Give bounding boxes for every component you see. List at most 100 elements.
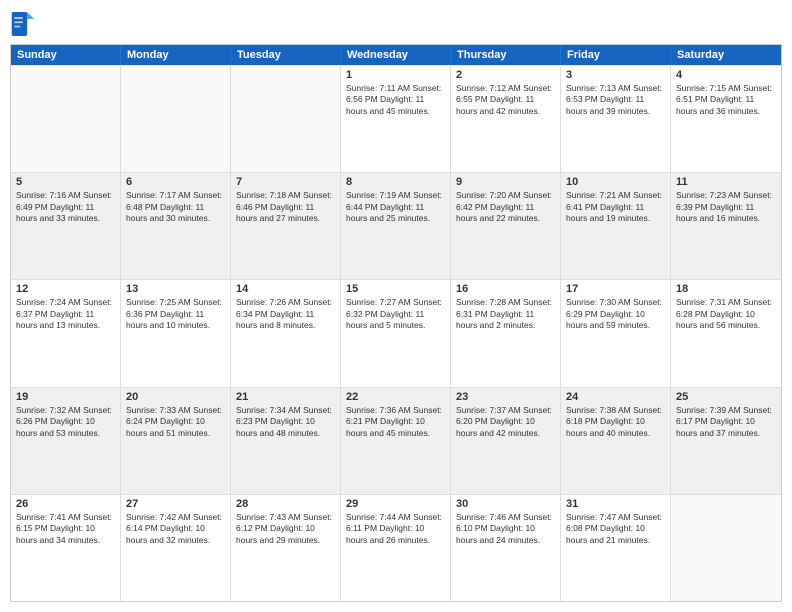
day-info: Sunrise: 7:37 AM Sunset: 6:20 PM Dayligh… [456, 405, 555, 439]
day-cell-6: 6 Sunrise: 7:17 AM Sunset: 6:48 PM Daylig… [121, 173, 231, 279]
day-number: 12 [16, 283, 115, 295]
day-info: Sunrise: 7:41 AM Sunset: 6:15 PM Dayligh… [16, 512, 115, 546]
header-day-monday: Monday [121, 45, 231, 65]
day-cell-10: 10 Sunrise: 7:21 AM Sunset: 6:41 PM Dayli… [561, 173, 671, 279]
day-cell-18: 18 Sunrise: 7:31 AM Sunset: 6:28 PM Dayli… [671, 280, 781, 386]
day-number: 30 [456, 498, 555, 510]
day-number: 19 [16, 391, 115, 403]
calendar-row-2: 5Sunrise: 7:16 AM Sunset: 6:49 PM Daylig… [11, 172, 781, 279]
day-info: Sunrise: 7:17 AM Sunset: 6:48 PM Dayligh… [126, 190, 225, 224]
day-number: 7 [236, 176, 335, 188]
day-number: 31 [566, 498, 665, 510]
day-number: 18 [676, 283, 776, 295]
day-number: 21 [236, 391, 335, 403]
day-number: 16 [456, 283, 555, 295]
day-cell-15: 15Sunrise: 7:27 AM Sunset: 6:32 PM Dayli… [341, 280, 451, 386]
day-cell-12: 12 Sunrise: 7:24 AM Sunset: 6:37 PM Dayli… [11, 280, 121, 386]
day-info: Sunrise: 7:44 AM Sunset: 6:11 PM Dayligh… [346, 512, 445, 546]
calendar-body: 1 Sunrise: 7:11 AM Sunset: 6:56 PM Daylig… [11, 65, 781, 601]
day-info: Sunrise: 7:11 AM Sunset: 6:56 PM Dayligh… [346, 83, 445, 117]
day-number: 10 [566, 176, 665, 188]
day-info: Sunrise: 7:13 AM Sunset: 6:53 PM Dayligh… [566, 83, 665, 117]
page: SundayMondayTuesdayWednesdayThursdayFrid… [0, 0, 792, 612]
day-number: 28 [236, 498, 335, 510]
day-number: 4 [676, 69, 776, 81]
day-number: 24 [566, 391, 665, 403]
day-cell-16: 16Sunrise: 7:28 AM Sunset: 6:31 PM Dayli… [451, 280, 561, 386]
day-info: Sunrise: 7:23 AM Sunset: 6:39 PM Dayligh… [676, 190, 776, 224]
day-number: 3 [566, 69, 665, 81]
day-number: 27 [126, 498, 225, 510]
day-info: Sunrise: 7:46 AM Sunset: 6:10 PM Dayligh… [456, 512, 555, 546]
day-number: 1 [346, 69, 445, 81]
day-number: 11 [676, 176, 776, 188]
day-cell-5: 5Sunrise: 7:16 AM Sunset: 6:49 PM Daylig… [11, 173, 121, 279]
calendar-row-5: 26 Sunrise: 7:41 AM Sunset: 6:15 PM Dayli… [11, 494, 781, 601]
day-info: Sunrise: 7:32 AM Sunset: 6:26 PM Dayligh… [16, 405, 115, 439]
calendar: SundayMondayTuesdayWednesdayThursdayFrid… [10, 44, 782, 602]
calendar-row-3: 12 Sunrise: 7:24 AM Sunset: 6:37 PM Dayli… [11, 279, 781, 386]
day-number: 8 [346, 176, 445, 188]
day-info: Sunrise: 7:20 AM Sunset: 6:42 PM Dayligh… [456, 190, 555, 224]
day-cell-24: 24 Sunrise: 7:38 AM Sunset: 6:18 PM Dayli… [561, 388, 671, 494]
day-number: 20 [126, 391, 225, 403]
day-cell-14: 14 Sunrise: 7:26 AM Sunset: 6:34 PM Dayli… [231, 280, 341, 386]
calendar-header: SundayMondayTuesdayWednesdayThursdayFrid… [11, 45, 781, 65]
day-cell-13: 13 Sunrise: 7:25 AM Sunset: 6:36 PM Dayli… [121, 280, 231, 386]
empty-cell [11, 66, 121, 172]
calendar-row-4: 19 Sunrise: 7:32 AM Sunset: 6:26 PM Dayli… [11, 387, 781, 494]
day-cell-1: 1 Sunrise: 7:11 AM Sunset: 6:56 PM Daylig… [341, 66, 451, 172]
empty-cell [671, 495, 781, 601]
day-cell-17: 17 Sunrise: 7:30 AM Sunset: 6:29 PM Dayli… [561, 280, 671, 386]
header [10, 10, 782, 38]
day-info: Sunrise: 7:39 AM Sunset: 6:17 PM Dayligh… [676, 405, 776, 439]
day-number: 5 [16, 176, 115, 188]
header-day-tuesday: Tuesday [231, 45, 341, 65]
day-cell-29: 29Sunrise: 7:44 AM Sunset: 6:11 PM Dayli… [341, 495, 451, 601]
day-info: Sunrise: 7:38 AM Sunset: 6:18 PM Dayligh… [566, 405, 665, 439]
day-cell-11: 11 Sunrise: 7:23 AM Sunset: 6:39 PM Dayli… [671, 173, 781, 279]
day-info: Sunrise: 7:15 AM Sunset: 6:51 PM Dayligh… [676, 83, 776, 117]
day-cell-23: 23 Sunrise: 7:37 AM Sunset: 6:20 PM Dayli… [451, 388, 561, 494]
day-info: Sunrise: 7:12 AM Sunset: 6:55 PM Dayligh… [456, 83, 555, 117]
day-cell-30: 30 Sunrise: 7:46 AM Sunset: 6:10 PM Dayli… [451, 495, 561, 601]
day-cell-21: 21 Sunrise: 7:34 AM Sunset: 6:23 PM Dayli… [231, 388, 341, 494]
day-info: Sunrise: 7:26 AM Sunset: 6:34 PM Dayligh… [236, 297, 335, 331]
day-number: 26 [16, 498, 115, 510]
day-info: Sunrise: 7:31 AM Sunset: 6:28 PM Dayligh… [676, 297, 776, 331]
day-cell-7: 7Sunrise: 7:18 AM Sunset: 6:46 PM Daylig… [231, 173, 341, 279]
day-number: 23 [456, 391, 555, 403]
day-number: 25 [676, 391, 776, 403]
day-number: 22 [346, 391, 445, 403]
day-number: 6 [126, 176, 225, 188]
header-day-wednesday: Wednesday [341, 45, 451, 65]
day-info: Sunrise: 7:47 AM Sunset: 6:08 PM Dayligh… [566, 512, 665, 546]
calendar-row-1: 1 Sunrise: 7:11 AM Sunset: 6:56 PM Daylig… [11, 65, 781, 172]
day-cell-2: 2Sunrise: 7:12 AM Sunset: 6:55 PM Daylig… [451, 66, 561, 172]
day-cell-9: 9 Sunrise: 7:20 AM Sunset: 6:42 PM Daylig… [451, 173, 561, 279]
day-info: Sunrise: 7:25 AM Sunset: 6:36 PM Dayligh… [126, 297, 225, 331]
day-number: 13 [126, 283, 225, 295]
day-info: Sunrise: 7:36 AM Sunset: 6:21 PM Dayligh… [346, 405, 445, 439]
empty-cell [121, 66, 231, 172]
day-cell-22: 22 Sunrise: 7:36 AM Sunset: 6:21 PM Dayli… [341, 388, 451, 494]
day-info: Sunrise: 7:19 AM Sunset: 6:44 PM Dayligh… [346, 190, 445, 224]
header-day-friday: Friday [561, 45, 671, 65]
day-number: 15 [346, 283, 445, 295]
day-info: Sunrise: 7:43 AM Sunset: 6:12 PM Dayligh… [236, 512, 335, 546]
day-info: Sunrise: 7:21 AM Sunset: 6:41 PM Dayligh… [566, 190, 665, 224]
day-number: 9 [456, 176, 555, 188]
empty-cell [231, 66, 341, 172]
day-cell-26: 26 Sunrise: 7:41 AM Sunset: 6:15 PM Dayli… [11, 495, 121, 601]
day-number: 14 [236, 283, 335, 295]
day-cell-20: 20Sunrise: 7:33 AM Sunset: 6:24 PM Dayli… [121, 388, 231, 494]
day-cell-4: 4 Sunrise: 7:15 AM Sunset: 6:51 PM Daylig… [671, 66, 781, 172]
day-cell-3: 3 Sunrise: 7:13 AM Sunset: 6:53 PM Daylig… [561, 66, 671, 172]
day-cell-19: 19 Sunrise: 7:32 AM Sunset: 6:26 PM Dayli… [11, 388, 121, 494]
day-info: Sunrise: 7:24 AM Sunset: 6:37 PM Dayligh… [16, 297, 115, 331]
day-info: Sunrise: 7:30 AM Sunset: 6:29 PM Dayligh… [566, 297, 665, 331]
day-number: 17 [566, 283, 665, 295]
day-cell-27: 27Sunrise: 7:42 AM Sunset: 6:14 PM Dayli… [121, 495, 231, 601]
logo [10, 10, 38, 38]
day-info: Sunrise: 7:34 AM Sunset: 6:23 PM Dayligh… [236, 405, 335, 439]
